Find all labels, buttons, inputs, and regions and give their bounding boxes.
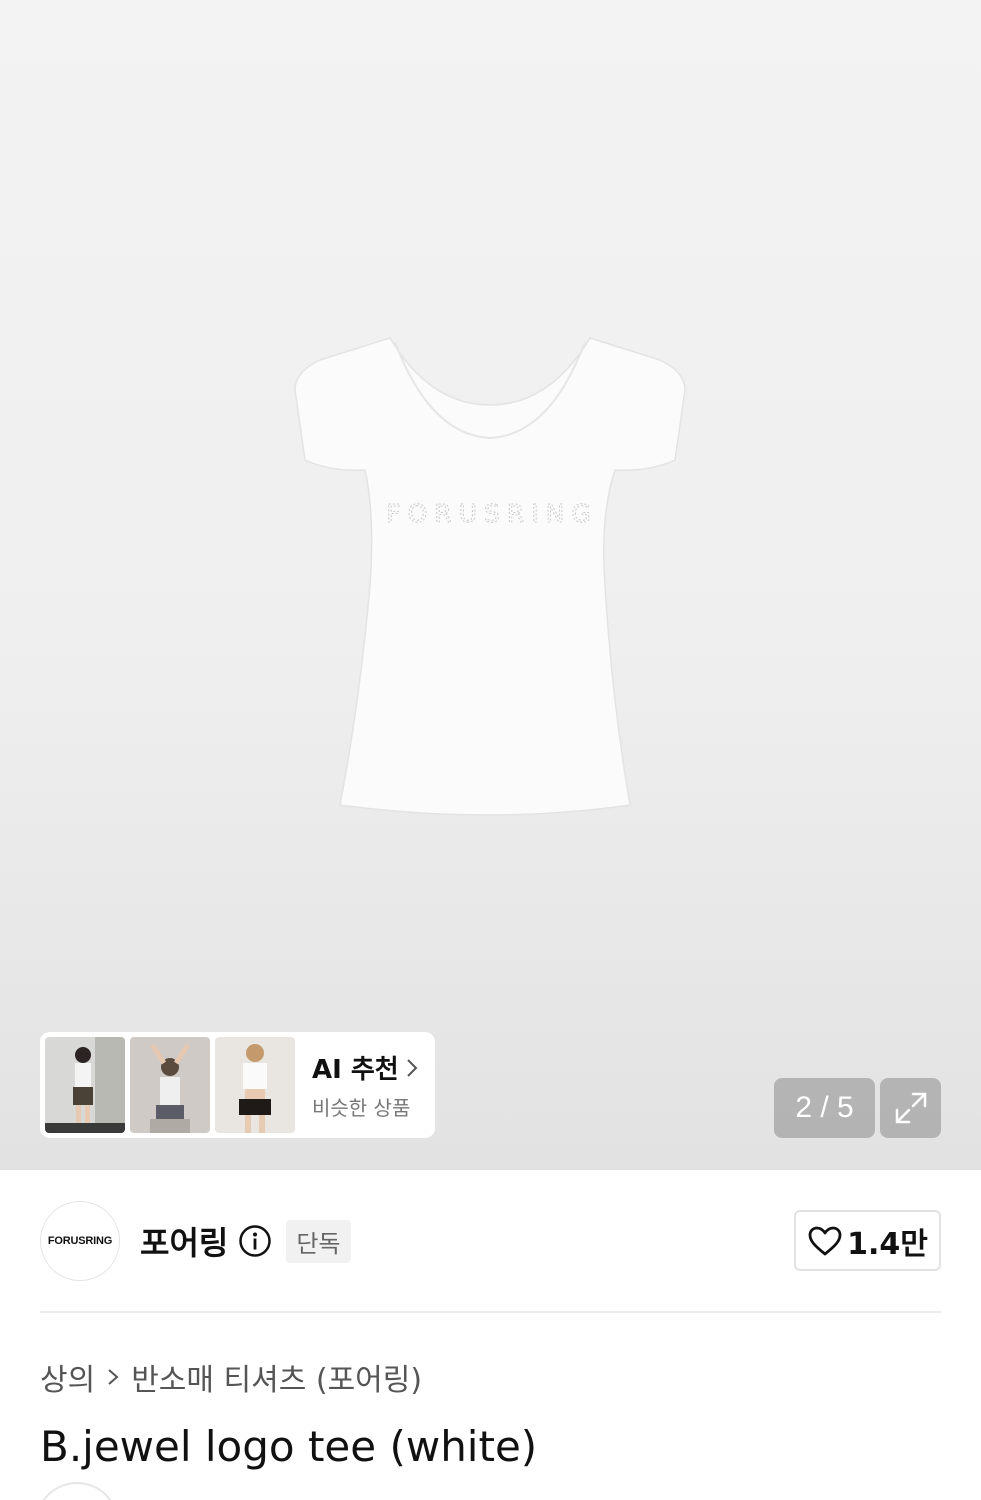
brand-logo-text: FORUSRING [47,1235,113,1247]
product-print-text: FORUSRING [386,499,597,528]
like-count: 1.4만 [847,1226,928,1262]
brand-row: FORUSRING 포어링 단독 1.4만 [40,1200,941,1282]
ai-recommend-card[interactable]: AI 추천 비슷한 상품 [40,1032,435,1138]
brand-name[interactable]: 포어링 [140,1218,228,1264]
product-image: FORUSRING [294,337,686,816]
info-icon[interactable] [238,1224,272,1258]
chevron-right-icon [406,1058,418,1077]
ai-recommend-title: AI 추천 [312,1055,399,1085]
breadcrumb-category[interactable]: 상의 [40,1355,95,1399]
recommend-thumbnail[interactable] [130,1037,210,1133]
recommend-thumbnail[interactable] [215,1037,295,1133]
product-gallery[interactable]: FORUSRING AI 추천 비슷한 상품 2 / 5 [0,0,981,1170]
heart-icon [808,1226,842,1255]
breadcrumb-subcategory[interactable]: 반소매 티셔츠 (포어링) [131,1355,422,1399]
avatar [35,1482,119,1500]
exclusive-badge: 단독 [286,1219,351,1263]
expand-icon [895,1092,926,1124]
brand-logo[interactable]: FORUSRING [40,1201,120,1281]
ai-recommend-subtitle: 비슷한 상품 [312,1096,411,1120]
breadcrumb: 상의 반소매 티셔츠 (포어링) [40,1355,422,1399]
image-counter: 2 / 5 [774,1078,875,1138]
recommend-thumbnail[interactable] [45,1037,125,1133]
expand-button[interactable] [880,1078,941,1138]
chevron-right-icon [108,1369,119,1385]
divider [40,1311,941,1313]
like-button[interactable]: 1.4만 [794,1210,941,1271]
product-title: B.jewel logo tee (white) [40,1422,538,1471]
